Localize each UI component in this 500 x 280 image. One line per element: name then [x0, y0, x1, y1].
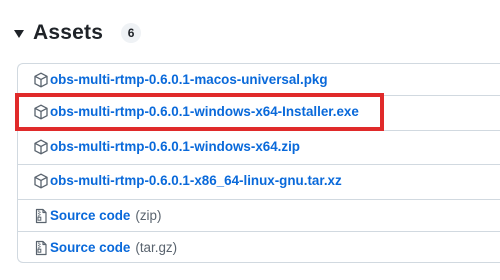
- source-code-zip-link[interactable]: Source code: [50, 208, 130, 223]
- package-icon: [33, 173, 49, 189]
- asset-link-linux-tar[interactable]: obs-multi-rtmp-0.6.0.1-x86_64-linux-gnu.…: [50, 173, 342, 188]
- assets-count-badge: 6: [121, 23, 142, 43]
- package-icon: [33, 104, 49, 120]
- caret-down-icon[interactable]: [14, 30, 24, 38]
- file-zip-icon: [33, 208, 49, 224]
- asset-link-windows-zip[interactable]: obs-multi-rtmp-0.6.0.1-windows-x64.zip: [50, 139, 300, 154]
- source-format-targz: (tar.gz): [135, 240, 178, 255]
- asset-row: obs-multi-rtmp-0.6.0.1-macos-universal.p…: [18, 64, 500, 96]
- source-code-targz-link[interactable]: Source code: [50, 240, 130, 255]
- assets-title: Assets: [33, 21, 104, 44]
- asset-link-macos-pkg[interactable]: obs-multi-rtmp-0.6.0.1-macos-universal.p…: [50, 72, 328, 87]
- asset-row: Source code (tar.gz): [18, 231, 500, 263]
- source-format-zip: (zip): [135, 208, 162, 223]
- assets-list: obs-multi-rtmp-0.6.0.1-macos-universal.p…: [17, 63, 500, 263]
- asset-row: Source code (zip): [18, 199, 500, 231]
- package-icon: [33, 72, 49, 88]
- asset-row: obs-multi-rtmp-0.6.0.1-windows-x64.zip: [18, 130, 500, 162]
- file-zip-icon: [33, 240, 49, 256]
- asset-row: obs-multi-rtmp-0.6.0.1-windows-x64-Insta…: [18, 95, 500, 127]
- assets-header[interactable]: Assets 6: [14, 18, 142, 48]
- asset-link-windows-installer[interactable]: obs-multi-rtmp-0.6.0.1-windows-x64-Insta…: [50, 104, 359, 119]
- asset-row: obs-multi-rtmp-0.6.0.1-x86_64-linux-gnu.…: [18, 164, 500, 196]
- package-icon: [33, 139, 49, 155]
